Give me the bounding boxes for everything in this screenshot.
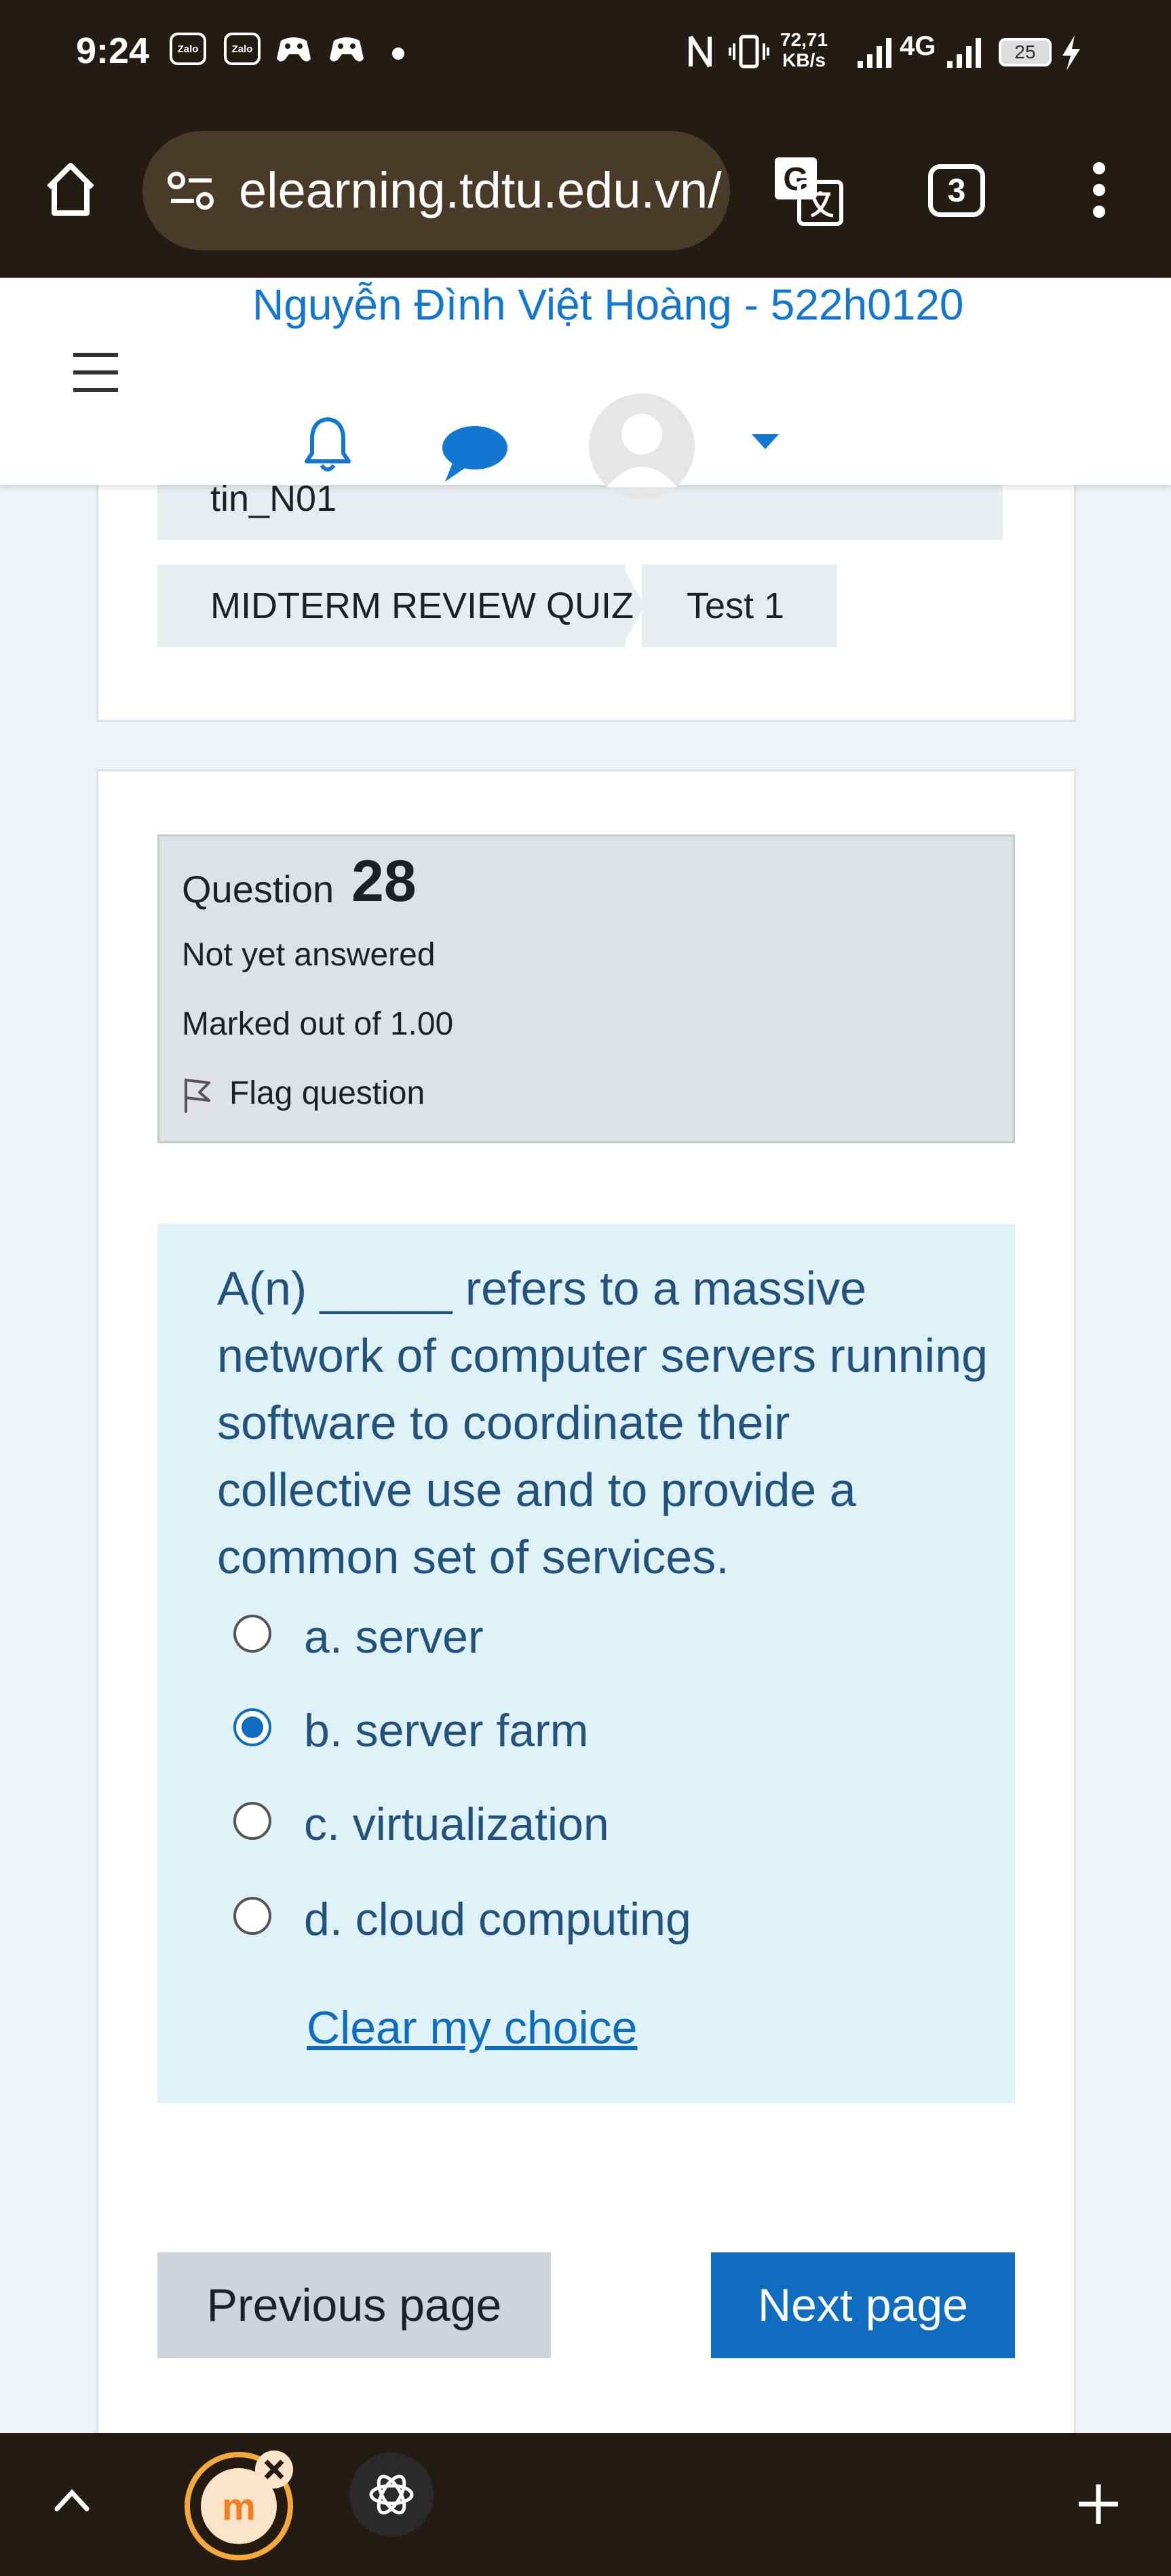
option-b-radio[interactable] <box>233 1708 271 1746</box>
signal-icon <box>947 38 981 68</box>
next-page-button[interactable]: Next page <box>711 2252 1015 2358</box>
option-a-label[interactable]: a. server <box>304 1611 484 1664</box>
flag-question-link[interactable]: Flag question <box>229 1075 425 1112</box>
option-d-label[interactable]: d. cloud computing <box>304 1893 691 1946</box>
battery-icon: 25 <box>999 38 1052 66</box>
clear-choice-link[interactable]: Clear my choice <box>307 2001 638 2054</box>
menu-icon[interactable] <box>73 353 118 406</box>
question-marks: Marked out of 1.00 <box>182 1006 454 1042</box>
option-c-radio[interactable] <box>233 1802 271 1840</box>
network-speed: 72,71 KB/s <box>780 29 828 71</box>
option-d-radio[interactable] <box>233 1897 271 1935</box>
notification-bell-icon[interactable] <box>303 414 353 475</box>
moodle-app-icon[interactable]: m <box>182 2446 300 2563</box>
user-menu-chevron-down-icon[interactable] <box>749 431 782 450</box>
more-options-icon[interactable] <box>1086 160 1113 220</box>
tab-switcher-button[interactable]: 3 <box>928 164 985 217</box>
question-number: 28 <box>351 849 417 914</box>
user-name: Nguyễn Đình Việt Hoàng - 522h0120 <box>252 280 964 329</box>
question-status: Not yet answered <box>182 937 436 973</box>
site-settings-icon[interactable] <box>167 168 216 213</box>
url-text[interactable]: elearning.tdtu.edu.vn/ <box>239 161 722 219</box>
home-icon[interactable] <box>43 160 98 217</box>
status-time: 9:24 <box>76 31 150 71</box>
vibrate-icon <box>729 35 769 69</box>
signal-icon <box>858 38 891 68</box>
zalo-icon: Zalo <box>224 33 261 65</box>
messages-icon[interactable] <box>440 421 510 483</box>
breadcrumb-quiz-label[interactable]: MIDTERM REVIEW QUIZ <box>210 585 634 627</box>
option-c-label[interactable]: c. virtualization <box>304 1798 609 1851</box>
svg-text:m: m <box>222 2485 256 2528</box>
bottom-toolbar <box>0 2433 1171 2576</box>
notification-dot-icon <box>392 47 404 60</box>
game-controller-icon <box>330 37 364 62</box>
chatgpt-app-icon[interactable] <box>347 2450 436 2539</box>
nfc-icon <box>689 35 712 68</box>
question-label: Question <box>182 868 334 910</box>
chevron-up-icon[interactable] <box>52 2486 92 2513</box>
svg-text:G: G <box>783 161 808 197</box>
option-b-label[interactable]: b. server farm <box>304 1704 588 1757</box>
network-type: 4G <box>900 31 936 61</box>
translate-icon[interactable]: G <box>772 155 844 227</box>
option-a-radio[interactable] <box>233 1615 271 1653</box>
game-controller-icon <box>277 37 311 62</box>
charging-icon <box>1062 35 1080 71</box>
zalo-icon: Zalo <box>170 33 206 65</box>
breadcrumb-test-label[interactable]: Test 1 <box>687 585 784 627</box>
question-text: A(n) _____ refers to a massive network o… <box>217 1262 988 1583</box>
add-icon[interactable] <box>1075 2480 1122 2528</box>
avatar[interactable] <box>588 392 696 501</box>
previous-page-button[interactable]: Previous page <box>157 2252 551 2358</box>
flag-icon[interactable] <box>182 1076 213 1114</box>
